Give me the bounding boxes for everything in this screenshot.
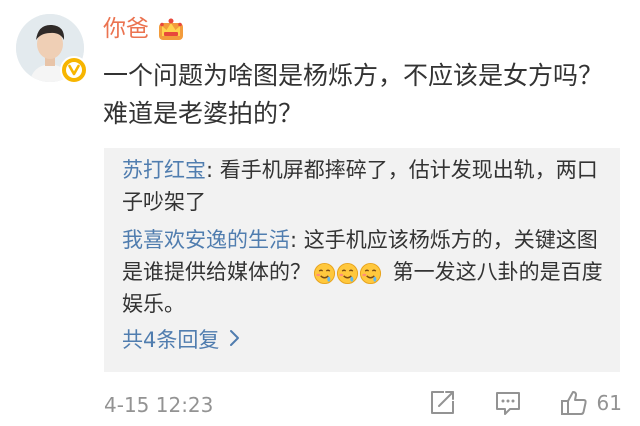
reply-author[interactable]: 苏打红宝: [122, 158, 206, 182]
username[interactable]: 你爸: [103, 14, 149, 44]
like-count: 61: [596, 391, 622, 415]
comment-text: 一个问题为啥图是杨烁方，不应该是女方吗？难道是老婆拍的？: [103, 61, 604, 128]
reply-box[interactable]: 苏打红宝: 看手机屏都摔碎了，估计发现出轨，两口子吵架了 我喜欢安逸的生活: 这…: [104, 148, 620, 372]
drooling-face-icon: [313, 262, 336, 285]
comment-timestamp: 4-15 12:23: [104, 393, 214, 417]
chevron-right-icon: [229, 324, 241, 356]
more-replies-label: 共4条回复: [122, 328, 220, 352]
reply-separator: :: [206, 158, 220, 182]
verified-badge-icon: [60, 56, 88, 84]
like-button[interactable]: 61: [559, 388, 622, 418]
crown-icon: [156, 14, 186, 42]
comment-icon[interactable]: [493, 388, 523, 418]
reply-separator: :: [290, 228, 304, 252]
drooling-face-icon: [359, 262, 382, 285]
share-icon[interactable]: [427, 388, 457, 418]
more-replies-link[interactable]: 共4条回复: [122, 324, 241, 356]
reply-item: 我喜欢安逸的生活: 这手机应该杨烁方的，关键这图是谁提供给媒体的？ 第一发这八卦…: [122, 224, 604, 320]
drooling-face-icon: [336, 262, 359, 285]
comment-actions: 61: [427, 388, 622, 418]
reply-item: 苏打红宝: 看手机屏都摔碎了，估计发现出轨，两口子吵架了: [122, 154, 604, 218]
avatar-container[interactable]: [16, 14, 88, 84]
reply-author[interactable]: 我喜欢安逸的生活: [122, 228, 290, 252]
thumbs-up-icon: [559, 388, 589, 418]
emoji-group: [313, 262, 382, 285]
